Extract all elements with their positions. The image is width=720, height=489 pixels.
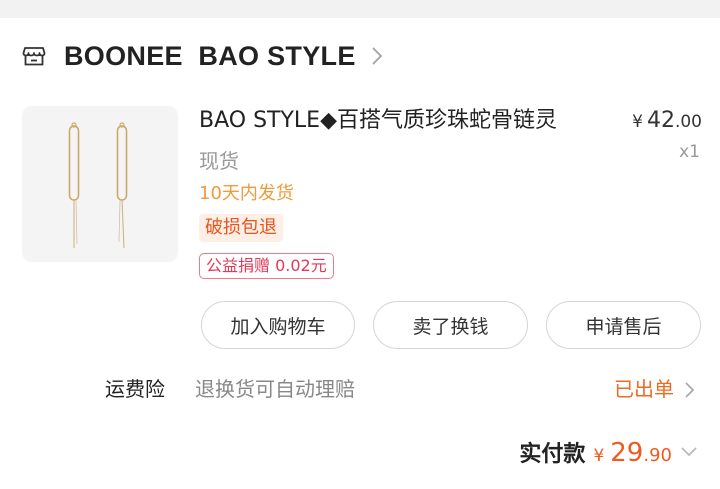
shop-name: BOONEE BAO STYLE [64, 40, 356, 71]
total-label: 实付款 [519, 442, 586, 467]
chevron-right-icon [371, 47, 383, 65]
top-separator [0, 0, 720, 18]
product-title[interactable]: BAO STYLE◆百搭气质珍珠蛇骨链灵 [199, 104, 609, 138]
price-currency: ¥ [632, 112, 643, 132]
return-badge: 破损包退 [199, 214, 283, 242]
add-to-cart-button[interactable]: 加入购物车 [201, 301, 355, 349]
insurance-label: 运费险 [105, 377, 165, 401]
earring-image [68, 122, 128, 249]
chevron-down-icon[interactable] [680, 446, 698, 458]
chevron-right-icon[interactable] [684, 381, 696, 399]
shop-header[interactable]: BOONEE BAO STYLE [22, 38, 384, 74]
insurance-status-link[interactable]: 已出单 [614, 374, 674, 404]
price-decimal: .00 [674, 112, 702, 132]
insurance-description: 退换货可自动理赔 [195, 377, 355, 401]
product-spec: 现货 [199, 149, 239, 173]
total-currency: ¥ [593, 446, 605, 466]
total-integer: 29 [610, 438, 644, 468]
delivery-time: 10天内发货 [199, 183, 294, 204]
store-icon [22, 47, 46, 66]
charity-badge: 公益捐赠 0.02元 [199, 253, 334, 279]
after-sale-button[interactable]: 申请售后 [546, 301, 701, 349]
resell-button[interactable]: 卖了换钱 [373, 301, 528, 349]
product-price: ¥42.00 [632, 108, 702, 133]
total-decimal: .90 [643, 445, 672, 466]
product-quantity: x1 [679, 142, 700, 162]
product-image[interactable] [22, 106, 178, 262]
total-paid: 实付款 ¥ 29 .90 [519, 436, 672, 468]
price-integer: 42 [646, 108, 675, 133]
